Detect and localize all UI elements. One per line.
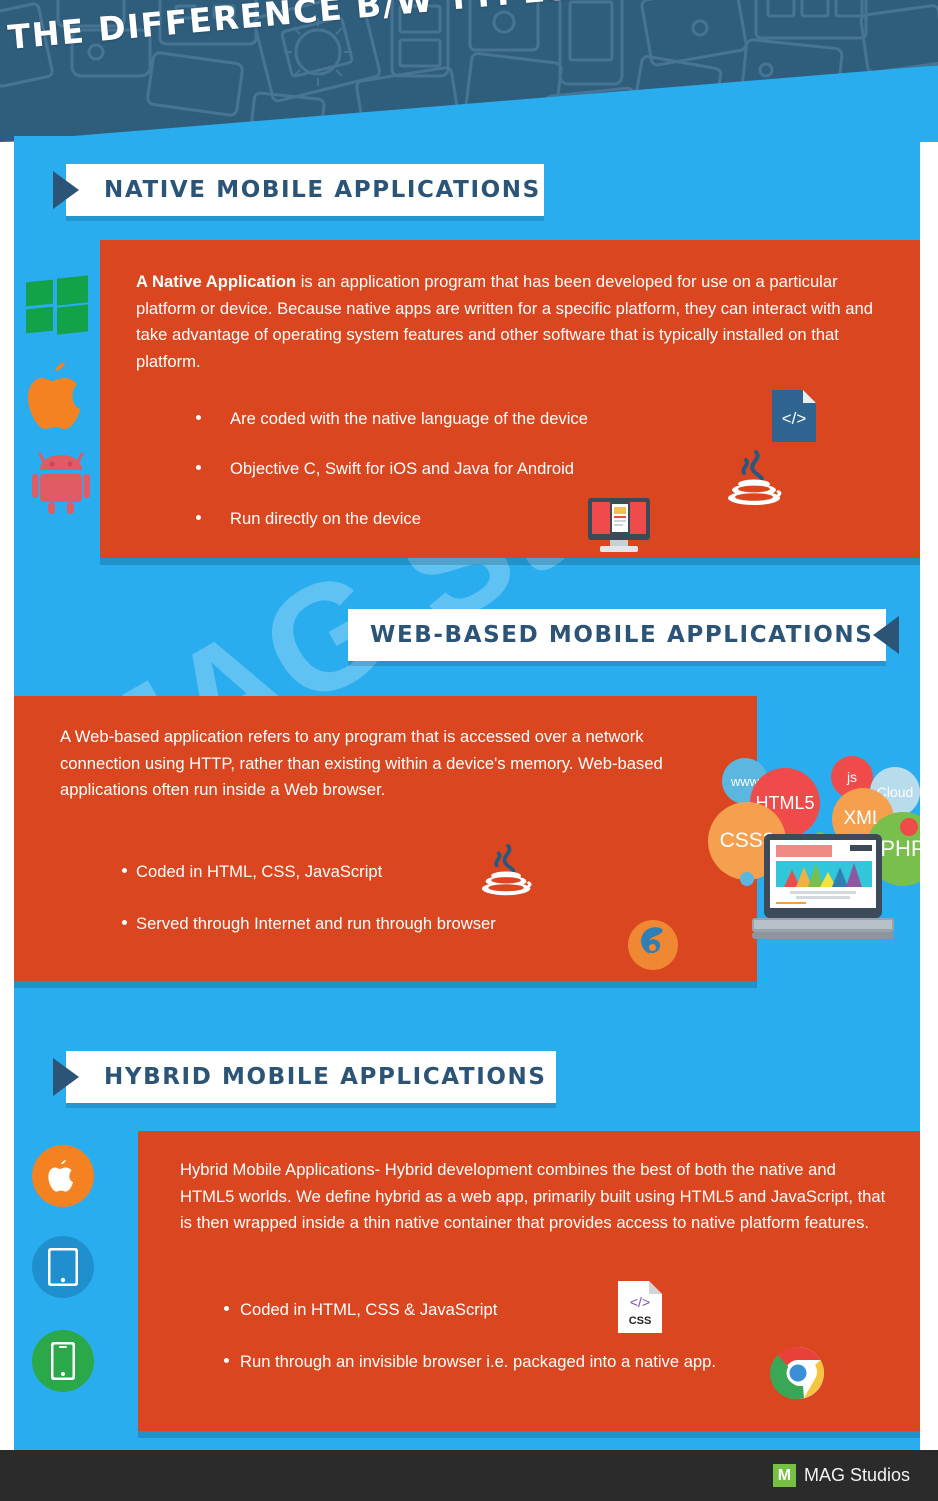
native-paragraph: A Native Application is an application p…: [136, 269, 896, 375]
code-file-icon: </>: [772, 390, 816, 447]
left-triangle-marker-icon: [53, 171, 79, 209]
java-logo-icon: [480, 842, 534, 905]
left-triangle-marker-icon: [53, 1058, 79, 1096]
header-banner: THE DIFFERENCE B/W TYPES OF APPLICATIONS: [0, 0, 938, 142]
bullet-dot-icon: [224, 1358, 229, 1363]
list-item: Run through an invisible browser i.e. pa…: [224, 1350, 864, 1374]
list-item: Coded in HTML, CSS & JavaScript: [224, 1298, 864, 1322]
bullet-dot-icon: [122, 868, 127, 873]
hybrid-bullet-list: Coded in HTML, CSS & JavaScript Run thro…: [224, 1298, 864, 1374]
laptop-illustration-icon: [752, 834, 894, 939]
firefox-logo-icon: [626, 918, 680, 977]
android-robot-icon: [32, 448, 90, 519]
apple-circle-icon: [32, 1145, 94, 1207]
right-triangle-marker-icon: [873, 616, 899, 654]
brand-name: MAG Studios: [803, 1465, 910, 1485]
svg-text:CSS: CSS: [629, 1315, 652, 1327]
phone-circle-icon: [32, 1330, 94, 1392]
laptop-bubbles-graphic: www HTML5 CSS3 js Cloud XML PHP: [708, 750, 920, 980]
list-item-label: Run through an invisible browser i.e. pa…: [240, 1352, 716, 1371]
apple-logo-icon: [28, 360, 90, 437]
desktop-mobile-icon: [586, 498, 652, 559]
list-item-label: Objective C, Swift for iOS and Java for …: [230, 459, 575, 478]
list-item-label: Coded in HTML, CSS, JavaScript: [136, 862, 383, 881]
section-title-hybrid[interactable]: HYBRID MOBILE APPLICATIONS: [53, 1051, 556, 1103]
footer-bar: M MAG Studios: [0, 1450, 938, 1501]
web-card: A Web-based application refers to any pr…: [14, 696, 757, 981]
bullet-dot-icon: [196, 415, 201, 420]
list-item: Coded in HTML, CSS, JavaScript: [122, 860, 722, 884]
list-item-label: Coded in HTML, CSS & JavaScript: [240, 1300, 498, 1319]
infographic-page: THE DIFFERENCE B/W TYPES OF APPLICATIONS…: [0, 0, 938, 1501]
svg-text:</>: </>: [630, 1294, 650, 1310]
bullet-dot-icon: [122, 920, 127, 925]
bullet-dot-icon: [196, 515, 201, 520]
mag-logo-icon: M: [772, 1464, 796, 1487]
windows-logo-icon: [26, 275, 88, 335]
native-card: A Native Application is an application p…: [100, 240, 920, 558]
section-title-label: HYBRID MOBILE APPLICATIONS: [104, 1064, 547, 1090]
tablet-circle-icon: [32, 1236, 94, 1298]
bubble-accent-red: [900, 818, 918, 836]
section-title-native[interactable]: NATIVE MOBILE APPLICATIONS: [53, 164, 544, 216]
web-paragraph: A Web-based application refers to any pr…: [60, 727, 663, 800]
list-item: Are coded with the native language of th…: [196, 407, 836, 431]
section-title-web[interactable]: WEB-BASED MOBILE APPLICATIONS: [348, 609, 899, 661]
list-item-label: Run directly on the device: [230, 509, 421, 528]
bullet-dot-icon: [224, 1306, 229, 1311]
hybrid-card: Hybrid Mobile Applications- Hybrid devel…: [138, 1131, 920, 1431]
native-paragraph-lead: A Native Application: [136, 272, 297, 291]
section-title-label: WEB-BASED MOBILE APPLICATIONS: [370, 622, 874, 648]
content-canvas: MAG Studios NATIVE MOBILE APPLICATIONS: [14, 136, 920, 1450]
bullet-dot-icon: [196, 465, 201, 470]
list-item-label: Are coded with the native language of th…: [230, 409, 588, 428]
css-file-icon: </> CSS: [618, 1281, 662, 1338]
svg-text:</>: </>: [782, 409, 807, 428]
list-item-label: Served through Internet and run through …: [136, 914, 496, 933]
hybrid-paragraph: Hybrid Mobile Applications- Hybrid devel…: [180, 1160, 886, 1233]
section-title-label: NATIVE MOBILE APPLICATIONS: [104, 177, 541, 203]
java-logo-icon: [726, 448, 784, 515]
chrome-logo-icon: [770, 1345, 826, 1406]
